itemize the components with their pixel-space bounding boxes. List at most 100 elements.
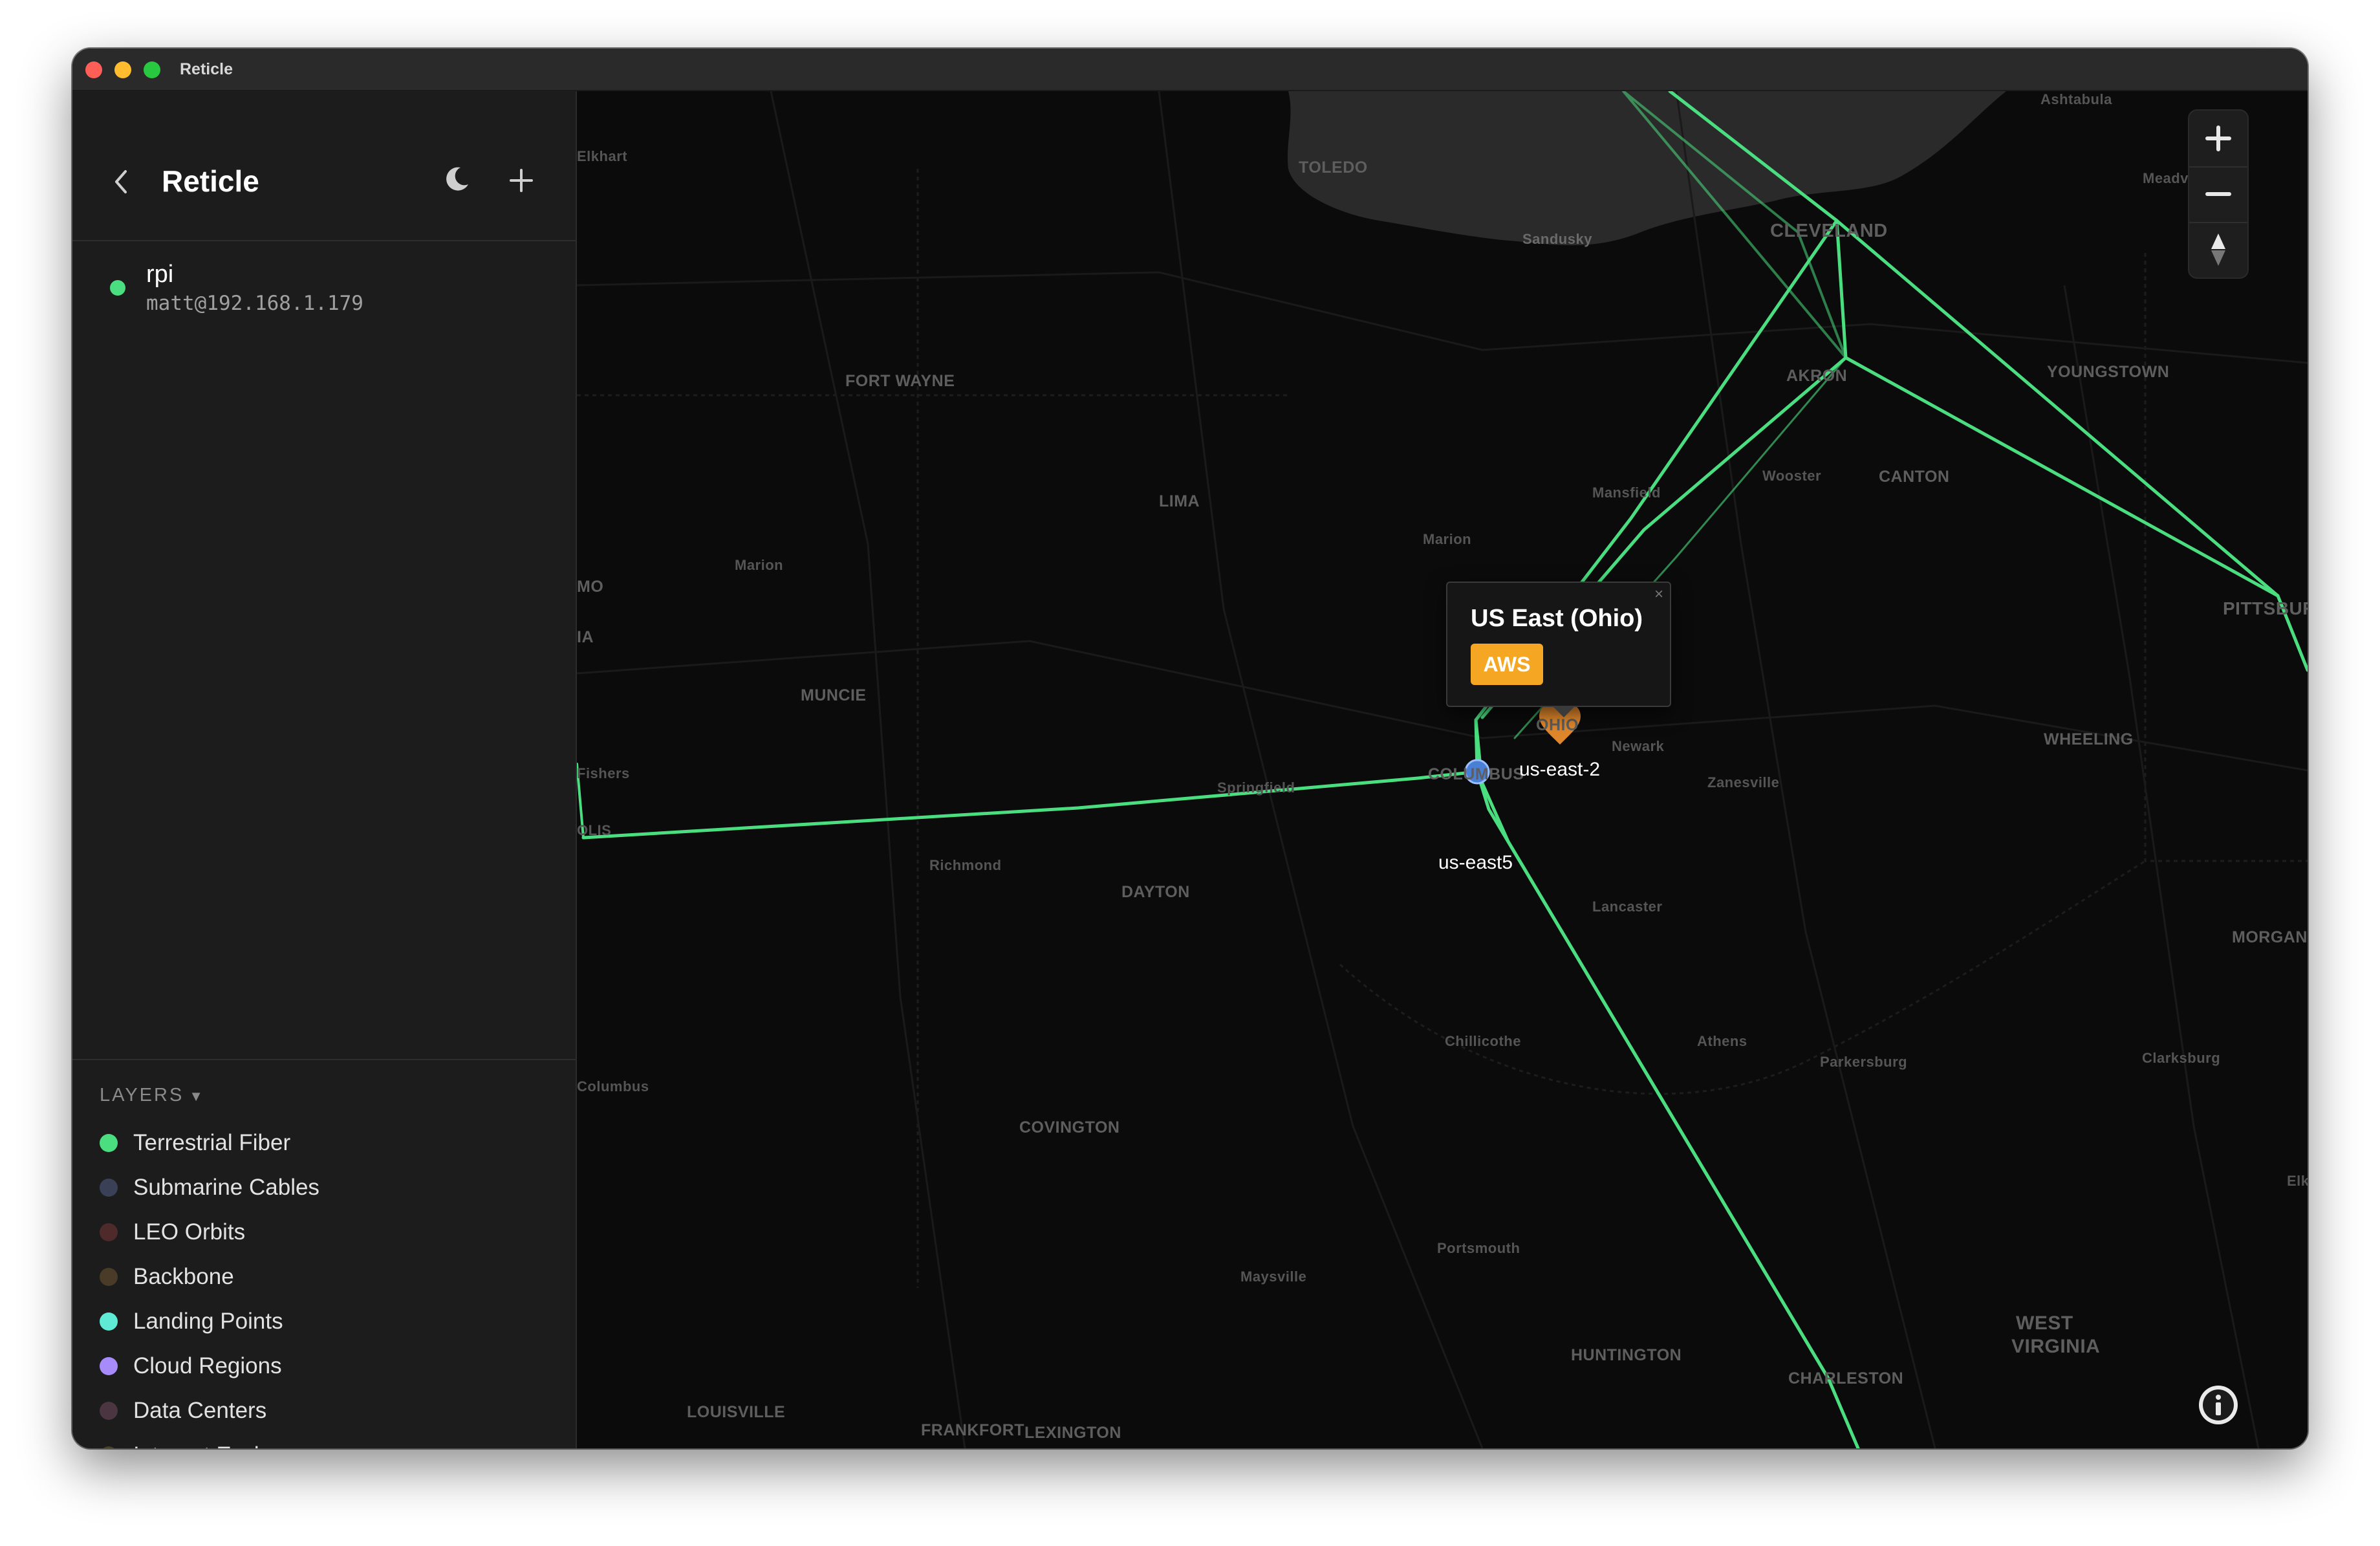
city-label: Mansfield bbox=[1592, 484, 1661, 501]
layer-label: Terrestrial Fiber bbox=[133, 1130, 291, 1155]
city-label: Portsmouth bbox=[1437, 1240, 1520, 1256]
city-label: CLEVELAND bbox=[1770, 221, 1888, 241]
layer-color-dot bbox=[100, 1357, 118, 1375]
layer-label: Backbone bbox=[133, 1264, 234, 1289]
layer-label: LEO Orbits bbox=[133, 1219, 246, 1245]
region-label-us-east-2: us-east-2 bbox=[1519, 759, 1601, 780]
back-button[interactable] bbox=[111, 168, 131, 196]
city-label: YOUNGSTOWN bbox=[2047, 363, 2170, 381]
city-label: Sandusky bbox=[1522, 231, 1592, 247]
city-label: Athens bbox=[1697, 1033, 1747, 1049]
city-label: Zanesville bbox=[1707, 774, 1780, 790]
layer-toggle[interactable]: Landing Points bbox=[100, 1302, 526, 1341]
layer-color-dot bbox=[100, 1312, 118, 1331]
city-label: AKRON bbox=[1786, 367, 1848, 385]
caret-down-icon: ▼ bbox=[189, 1088, 204, 1104]
add-host-button[interactable] bbox=[506, 165, 537, 196]
plus-icon bbox=[2205, 125, 2231, 151]
plus-icon bbox=[510, 169, 533, 192]
popup-title: US East (Ohio) bbox=[1471, 605, 1643, 632]
layers-header-label: LAYERS bbox=[100, 1085, 184, 1105]
city-label: CANTON bbox=[1879, 468, 1950, 486]
city-label: IA bbox=[577, 628, 594, 646]
layers-toggle[interactable]: LAYERS ▼ bbox=[100, 1085, 203, 1106]
zoom-in-button[interactable] bbox=[2189, 111, 2247, 168]
city-label: Ashtabula bbox=[2040, 91, 2112, 107]
host-address: matt@192.168.1.179 bbox=[146, 292, 363, 315]
layers-panel: LAYERS ▼ Terrestrial Fiber Submarine Cable… bbox=[72, 1059, 576, 1448]
provider-badge: AWS bbox=[1471, 644, 1543, 685]
layer-color-dot bbox=[100, 1268, 118, 1286]
city-label: Columbus bbox=[577, 1078, 649, 1094]
sidebar-header: Reticle bbox=[72, 91, 576, 241]
minimize-window-button[interactable] bbox=[114, 61, 131, 78]
layer-color-dot bbox=[100, 1134, 118, 1152]
city-label: DAYTON bbox=[1121, 883, 1190, 901]
layer-label: Internet Exchanges bbox=[133, 1443, 329, 1448]
city-label: Maysville bbox=[1240, 1268, 1307, 1285]
city-label: HUNTINGTON bbox=[1571, 1346, 1682, 1364]
host-item[interactable]: rpi matt@192.168.1.179 bbox=[98, 261, 551, 319]
chevron-left-icon bbox=[115, 170, 127, 193]
compass-button[interactable] bbox=[2189, 222, 2247, 278]
layer-label: Landing Points bbox=[133, 1309, 283, 1334]
app-title: Reticle bbox=[162, 164, 259, 198]
info-button[interactable] bbox=[2196, 1382, 2241, 1428]
layer-label: Cloud Regions bbox=[133, 1353, 282, 1378]
popup-close-button[interactable]: × bbox=[1654, 585, 1663, 604]
host-name: rpi bbox=[146, 261, 174, 288]
city-label: OLIS bbox=[577, 822, 612, 838]
close-window-button[interactable] bbox=[85, 61, 102, 78]
city-label: VIRGINIA bbox=[2011, 1336, 2101, 1357]
city-label: Wooster bbox=[1762, 468, 1822, 484]
city-label: COVINGTON bbox=[1019, 1118, 1120, 1137]
window-title: Reticle bbox=[180, 60, 233, 78]
city-label: MORGANTOWN bbox=[2232, 928, 2308, 946]
city-label: LIMA bbox=[1159, 492, 1200, 510]
city-label: CHARLESTON bbox=[1788, 1369, 1904, 1388]
moon-icon bbox=[446, 167, 468, 191]
fiber-line bbox=[1475, 770, 1830, 1380]
city-label: FRANKFORT bbox=[921, 1421, 1025, 1439]
city-label: Springfield bbox=[1217, 779, 1295, 796]
minus-icon bbox=[2205, 192, 2231, 196]
city-label: PITTSBURGH bbox=[2223, 598, 2308, 618]
info-icon bbox=[2199, 1386, 2238, 1424]
city-label: Lancaster bbox=[1592, 898, 1663, 915]
city-label: OHIO bbox=[1536, 716, 1579, 734]
popup-pointer bbox=[1552, 706, 1575, 717]
compass-icon bbox=[2211, 234, 2225, 266]
city-label: MO bbox=[577, 578, 604, 596]
city-label: COLUMBUS bbox=[1428, 765, 1524, 783]
city-label: TOLEDO bbox=[1299, 158, 1368, 177]
city-label: LEXINGTON bbox=[1024, 1424, 1121, 1442]
zoom-out-button[interactable] bbox=[2189, 166, 2247, 223]
city-label: Elkhart bbox=[577, 148, 628, 164]
city-label: Clarksburg bbox=[2142, 1050, 2221, 1066]
layer-label: Data Centers bbox=[133, 1398, 267, 1423]
lake-erie bbox=[1287, 91, 2006, 246]
app-window: Reticle Reticle rpi matt@192.168.1.179 L… bbox=[72, 49, 2308, 1448]
theme-toggle-button[interactable] bbox=[441, 164, 472, 195]
layer-toggle[interactable]: LEO Orbits bbox=[100, 1213, 526, 1252]
layer-toggle[interactable]: Terrestrial Fiber bbox=[100, 1124, 526, 1162]
layer-color-dot bbox=[100, 1402, 118, 1420]
layer-toggle[interactable]: Cloud Regions bbox=[100, 1347, 526, 1386]
layer-toggle[interactable]: Backbone bbox=[100, 1257, 526, 1296]
region-popup: × US East (Ohio) AWS bbox=[1446, 582, 1671, 717]
zoom-window-button[interactable] bbox=[144, 61, 160, 78]
layer-toggle[interactable]: Internet Exchanges bbox=[100, 1436, 526, 1448]
fiber-line bbox=[581, 770, 1479, 840]
layer-color-dot bbox=[100, 1223, 118, 1241]
layer-color-dot bbox=[100, 1446, 118, 1448]
city-label: Marion bbox=[1423, 531, 1472, 547]
city-label: WHEELING bbox=[2044, 730, 2134, 748]
city-label: Newark bbox=[1612, 738, 1665, 754]
layer-toggle[interactable]: Data Centers bbox=[100, 1391, 526, 1430]
sidebar: Reticle rpi matt@192.168.1.179 LAYERS ▼ T… bbox=[72, 91, 577, 1448]
city-label: WEST bbox=[2016, 1312, 2073, 1334]
city-label: LOUISVILLE bbox=[687, 1403, 786, 1421]
layer-toggle[interactable]: Submarine Cables bbox=[100, 1168, 526, 1207]
city-label: Elkins bbox=[2287, 1173, 2308, 1189]
map-view[interactable]: Elkhart TOLEDO Sandusky Ashtabula Meadvi… bbox=[577, 91, 2308, 1448]
